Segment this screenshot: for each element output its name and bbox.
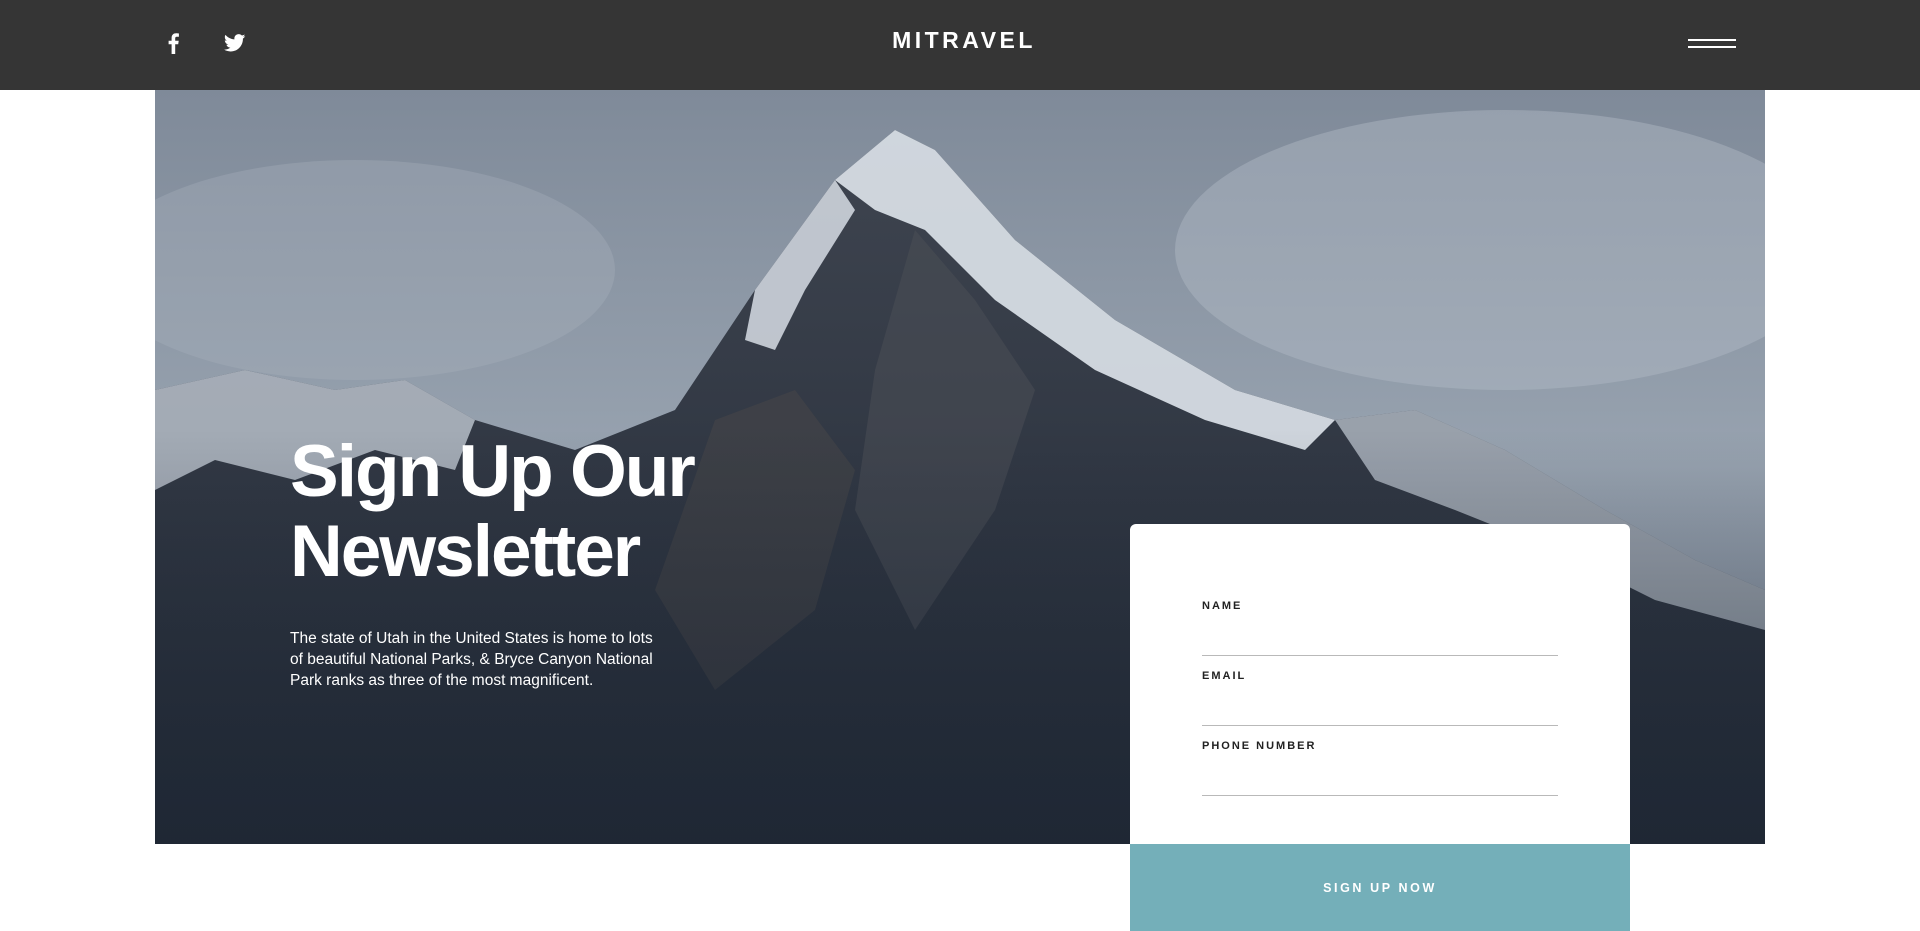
name-label: NAME bbox=[1202, 600, 1243, 612]
name-field: NAME bbox=[1202, 600, 1558, 656]
newsletter-heading: Sign Up Our Newsletter bbox=[290, 432, 810, 592]
top-navigation-bar: MITRAVEL bbox=[0, 0, 1920, 90]
hero-description: The state of Utah in the United States i… bbox=[290, 630, 653, 689]
heading-line-1: Sign Up Our bbox=[290, 431, 696, 512]
email-field: EMAIL bbox=[1202, 670, 1558, 726]
name-input[interactable] bbox=[1202, 618, 1558, 652]
email-label: EMAIL bbox=[1202, 670, 1247, 682]
signup-form: NAME EMAIL PHONE NUMBER SIGN UP NOW bbox=[1130, 524, 1630, 931]
sign-up-button[interactable]: SIGN UP NOW bbox=[1130, 844, 1630, 931]
email-input[interactable] bbox=[1202, 688, 1558, 722]
phone-input[interactable] bbox=[1202, 758, 1558, 792]
hamburger-menu-icon bbox=[1688, 39, 1736, 41]
phone-label: PHONE NUMBER bbox=[1202, 740, 1317, 752]
phone-field: PHONE NUMBER bbox=[1202, 740, 1558, 796]
hamburger-menu-icon-line bbox=[1688, 46, 1736, 48]
heading-line-2: Newsletter bbox=[290, 511, 641, 592]
menu-button[interactable] bbox=[1686, 36, 1740, 52]
brand-logo[interactable]: MITRAVEL bbox=[0, 27, 1920, 54]
